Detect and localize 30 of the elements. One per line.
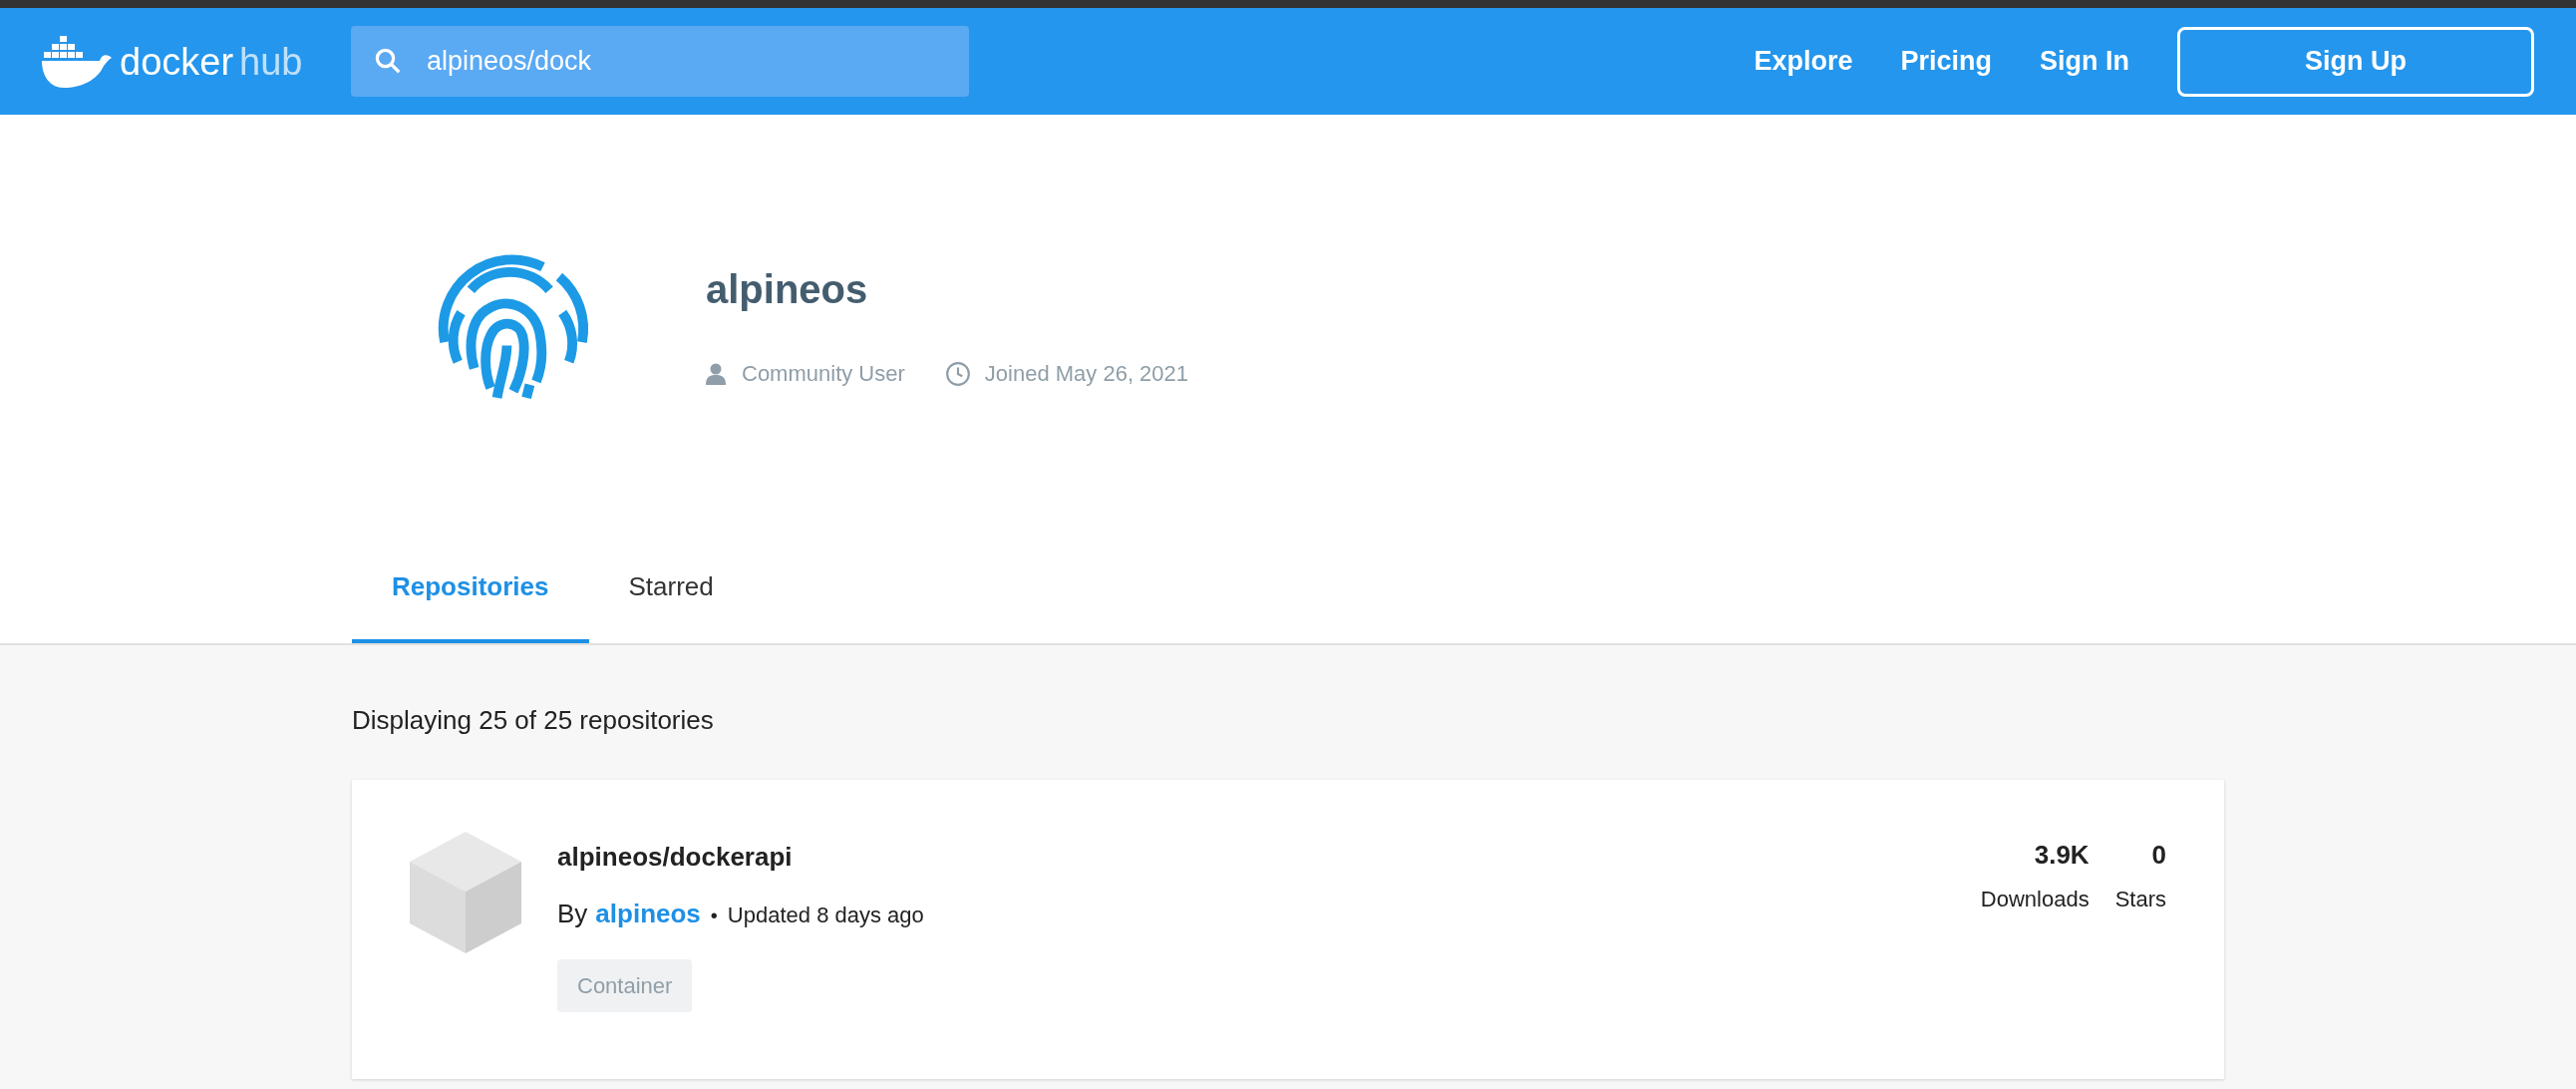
user-icon [706,362,726,385]
nav-link[interactable]: Explore [1754,41,1853,82]
repository-count: Displaying 25 of 25 repositories [352,704,715,737]
tab[interactable]: Repositories [352,534,589,643]
nav-link[interactable]: Sign In [2040,41,2129,82]
logo-text: docker [120,42,234,81]
search-field[interactable]: alpineos/dock [351,26,969,97]
download-count: 3.9K [2034,839,2090,872]
search-icon [373,46,403,76]
join-date: Joined May 26, 2021 [984,360,1189,388]
repository-name[interactable]: alpineos/dockerapi [557,838,924,877]
tab[interactable]: Starred [588,534,754,643]
stars-label: Stars [2114,886,2166,913]
account-type: Community User [742,360,905,388]
cube-icon [410,832,521,953]
owner-link[interactable]: alpineos [595,895,701,933]
downloads-label: Downloads [1980,886,2090,913]
by-label: By [557,898,588,930]
docker-hub-logo[interactable]: docker hub [42,35,317,88]
star-count: 0 [2151,839,2166,872]
repository-card[interactable]: alpineos/dockerapi By alpineos • Updated 8 days ago Container 3.9K Downloads 0 Stars [352,780,2224,1079]
type-tag: Container [557,959,693,1012]
logo-text: hub [239,42,303,81]
separator: • [710,904,718,928]
nav-link[interactable]: Pricing [1900,41,1992,82]
sign-up-button[interactable]: Sign Up [2177,26,2534,97]
updated-time: Updated 8 days ago [727,902,924,929]
profile-name: alpineos [706,269,869,309]
whale-icon [42,35,114,88]
clock-icon [944,360,971,387]
